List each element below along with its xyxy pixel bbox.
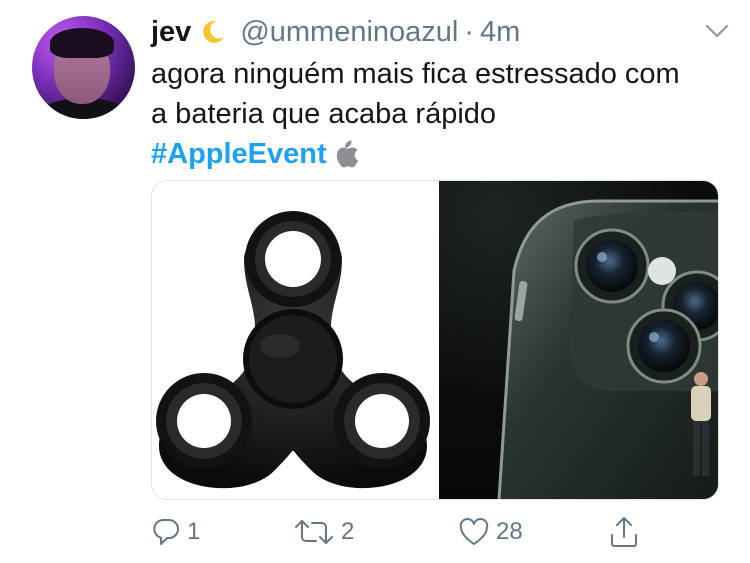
like-count: 28 [496,518,523,545]
retweet-button[interactable]: 2 [293,517,458,547]
crescent-moon-icon [203,20,225,43]
iphone-camera-image[interactable] [439,181,718,499]
display-name[interactable]: jev [151,16,191,49]
media-grid[interactable] [151,180,719,500]
user-handle[interactable]: @ummeninoazul [240,16,458,49]
tweet-text-line: a bateria que acaba rápido [151,98,497,130]
fidget-spinner-image[interactable] [152,181,435,499]
reply-button[interactable]: 1 [151,517,293,547]
tweet-text: agora ninguém mais fica estressado com a… [151,54,731,174]
fidget-spinner-graphic [156,211,430,489]
share-button[interactable] [608,515,640,549]
like-button[interactable]: 28 [458,517,608,547]
share-icon [611,517,637,547]
chevron-down-icon[interactable] [704,22,730,40]
avatar-hair [50,28,114,58]
iphone-camera-graphic [497,199,718,499]
tweet-actions: 1 2 28 [151,512,651,552]
reply-count: 1 [187,518,201,545]
retweet-count: 2 [341,518,355,545]
timestamp[interactable]: 4m [480,16,520,49]
tweet-text-line: agora ninguém mais fica estressado com [151,58,680,90]
hashtag-line: #AppleEvent [151,134,731,174]
retweet-icon [295,520,333,544]
avatar[interactable] [32,16,135,119]
reply-icon [153,519,179,545]
separator-dot: · [464,15,475,48]
apple-logo-icon [336,140,358,168]
tweet-header: jev @ummeninoazul · 4m [151,12,730,52]
heart-icon [459,518,489,545]
hashtag-link[interactable]: #AppleEvent [151,134,327,174]
